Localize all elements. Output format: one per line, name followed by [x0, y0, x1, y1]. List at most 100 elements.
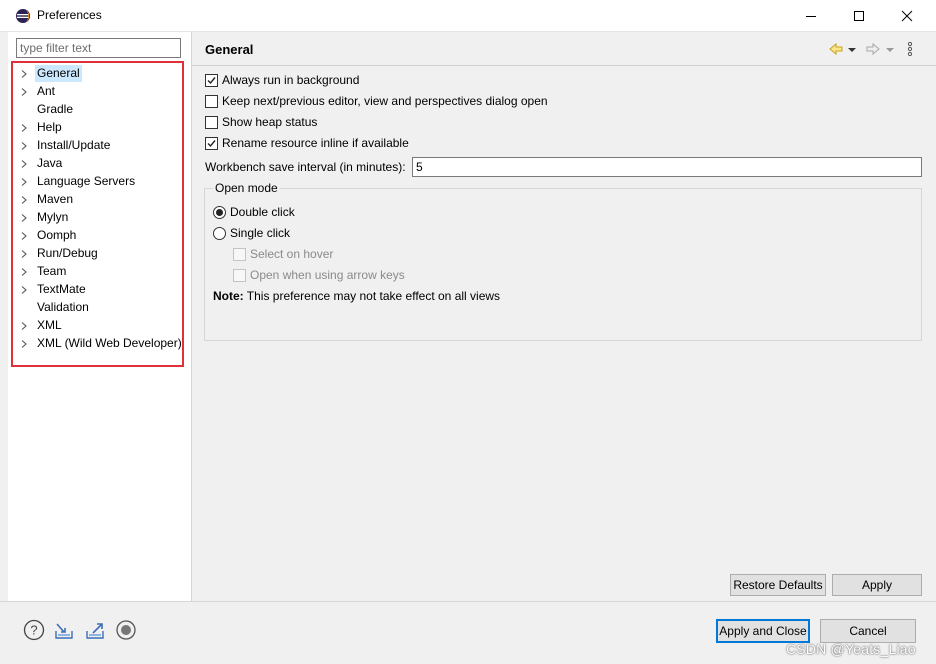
export-icon[interactable] — [84, 619, 106, 641]
tree-item-label: Java — [37, 156, 63, 170]
tree-item[interactable]: Validation — [20, 299, 190, 317]
chevron-right-icon[interactable] — [20, 250, 28, 258]
dropdown-icon[interactable] — [847, 41, 857, 57]
tree-item[interactable]: Oomph — [20, 227, 190, 245]
dropdown-icon[interactable] — [885, 41, 895, 57]
tree-item-label: Gradle — [37, 102, 74, 116]
tree-item[interactable]: Run/Debug — [20, 245, 190, 263]
radio-label: Single click — [230, 226, 291, 240]
tree-item[interactable]: TextMate — [20, 281, 190, 299]
maximize-icon — [854, 10, 864, 21]
close-button[interactable] — [884, 0, 930, 31]
chevron-right-icon[interactable] — [20, 88, 28, 96]
tree-item-label: Maven — [37, 192, 74, 206]
maximize-button[interactable] — [836, 0, 882, 31]
checkbox-label: Show heap status — [222, 115, 318, 129]
tree-item-label: Language Servers — [37, 174, 136, 188]
radio-single-click[interactable]: Single click — [213, 224, 290, 242]
tree-item[interactable]: Language Servers — [20, 173, 190, 191]
checkbox-label: Rename resource inline if available — [222, 136, 409, 150]
tree-item[interactable]: Help — [20, 119, 190, 137]
tree-item-label: Help — [37, 120, 62, 134]
checkbox-box[interactable] — [205, 136, 218, 150]
page-header: General — [192, 32, 936, 66]
check-icon — [207, 139, 216, 147]
open-mode-title: Open mode — [213, 181, 280, 195]
record-icon[interactable] — [115, 619, 137, 641]
checkbox-rename-inline[interactable]: Rename resource inline if available — [205, 134, 409, 152]
import-icon[interactable] — [53, 619, 75, 641]
filter-input[interactable] — [16, 38, 181, 58]
tree-item[interactable]: Ant — [20, 83, 190, 101]
preference-page: General Always run in background Keep ne… — [192, 32, 936, 601]
radio-button[interactable] — [213, 226, 226, 240]
chevron-right-icon[interactable] — [20, 214, 28, 222]
view-menu-icon[interactable] — [905, 41, 915, 57]
note-label: Note: — [213, 289, 244, 303]
minimize-button[interactable] — [788, 0, 834, 31]
chevron-right-icon[interactable] — [20, 178, 28, 186]
radio-label: Double click — [230, 205, 295, 219]
checkbox-label: Always run in background — [222, 73, 360, 87]
checkbox-always-run-background[interactable]: Always run in background — [205, 71, 359, 89]
save-interval-input[interactable] — [412, 157, 922, 177]
tree-item[interactable]: Gradle — [20, 101, 190, 119]
checkbox-keep-next-previous[interactable]: Keep next/previous editor, view and pers… — [205, 92, 548, 110]
checkbox-show-heap-status[interactable]: Show heap status — [205, 113, 317, 131]
chevron-right-icon[interactable] — [20, 232, 28, 240]
chevron-right-icon[interactable] — [20, 322, 28, 330]
chevron-right-icon[interactable] — [20, 160, 28, 168]
chevron-right-icon[interactable] — [20, 142, 28, 150]
tree-item-label: Run/Debug — [37, 246, 98, 260]
tree-item[interactable]: Team — [20, 263, 190, 281]
back-arrow-icon[interactable] — [828, 41, 844, 57]
cancel-button[interactable]: Cancel — [820, 619, 916, 643]
apply-button[interactable]: Apply — [832, 574, 922, 596]
tree-item[interactable]: Install/Update — [20, 137, 190, 155]
tree-item-label: Ant — [37, 84, 56, 98]
tree-item[interactable]: Maven — [20, 191, 190, 209]
checkbox-label: Keep next/previous editor, view and pers… — [222, 94, 548, 108]
checkbox-label: Open when using arrow keys — [250, 268, 405, 282]
checkbox-label: Select on hover — [250, 247, 334, 261]
help-icon[interactable]: ? — [23, 619, 45, 641]
close-icon — [901, 10, 913, 21]
checkbox-box[interactable] — [205, 73, 218, 87]
tree-item-label: Team — [37, 264, 67, 278]
checkbox-select-on-hover: Select on hover — [233, 245, 333, 263]
check-icon — [207, 76, 216, 84]
tree-item-label: General — [35, 65, 82, 82]
apply-and-close-button[interactable]: Apply and Close — [716, 619, 810, 643]
note-text: Note: This preference may not take effec… — [213, 289, 500, 303]
chevron-right-icon[interactable] — [20, 268, 28, 276]
chevron-right-icon[interactable] — [20, 124, 28, 132]
chevron-right-icon[interactable] — [20, 196, 28, 204]
watermark: CSDN @Yeats_Liao — [786, 641, 916, 657]
open-mode-group: Open mode Double click Single click Sele… — [204, 181, 922, 341]
tree-item-label: Oomph — [37, 228, 77, 242]
radio-double-click[interactable]: Double click — [213, 203, 295, 221]
forward-arrow-icon[interactable] — [865, 41, 881, 57]
restore-defaults-button[interactable]: Restore Defaults — [730, 574, 826, 596]
checkbox-box — [233, 268, 246, 282]
window-title: Preferences — [37, 8, 102, 22]
dialog-button-bar: ? Apply and Close Cancel CSDN @Yeats_Lia… — [0, 601, 936, 664]
tree-item[interactable]: Java — [20, 155, 190, 173]
radio-button[interactable] — [213, 205, 226, 219]
chevron-right-icon[interactable] — [20, 340, 28, 348]
tree-item[interactable]: General — [20, 65, 190, 83]
checkbox-box — [233, 247, 246, 261]
note-body: This preference may not take effect on a… — [246, 289, 501, 303]
chevron-right-icon[interactable] — [20, 286, 28, 294]
tree-item[interactable]: XML — [20, 317, 190, 335]
svg-text:?: ? — [30, 623, 37, 638]
tree-item[interactable]: Mylyn — [20, 209, 190, 227]
tree-item-label: XML (Wild Web Developer) — [37, 336, 182, 350]
page-title: General — [205, 42, 254, 57]
tree-item[interactable]: XML (Wild Web Developer) — [20, 335, 190, 353]
eclipse-icon — [16, 9, 30, 23]
checkbox-box[interactable] — [205, 115, 218, 129]
checkbox-box[interactable] — [205, 94, 218, 108]
chevron-right-icon[interactable] — [20, 70, 28, 78]
tree-item-label: TextMate — [37, 282, 86, 296]
